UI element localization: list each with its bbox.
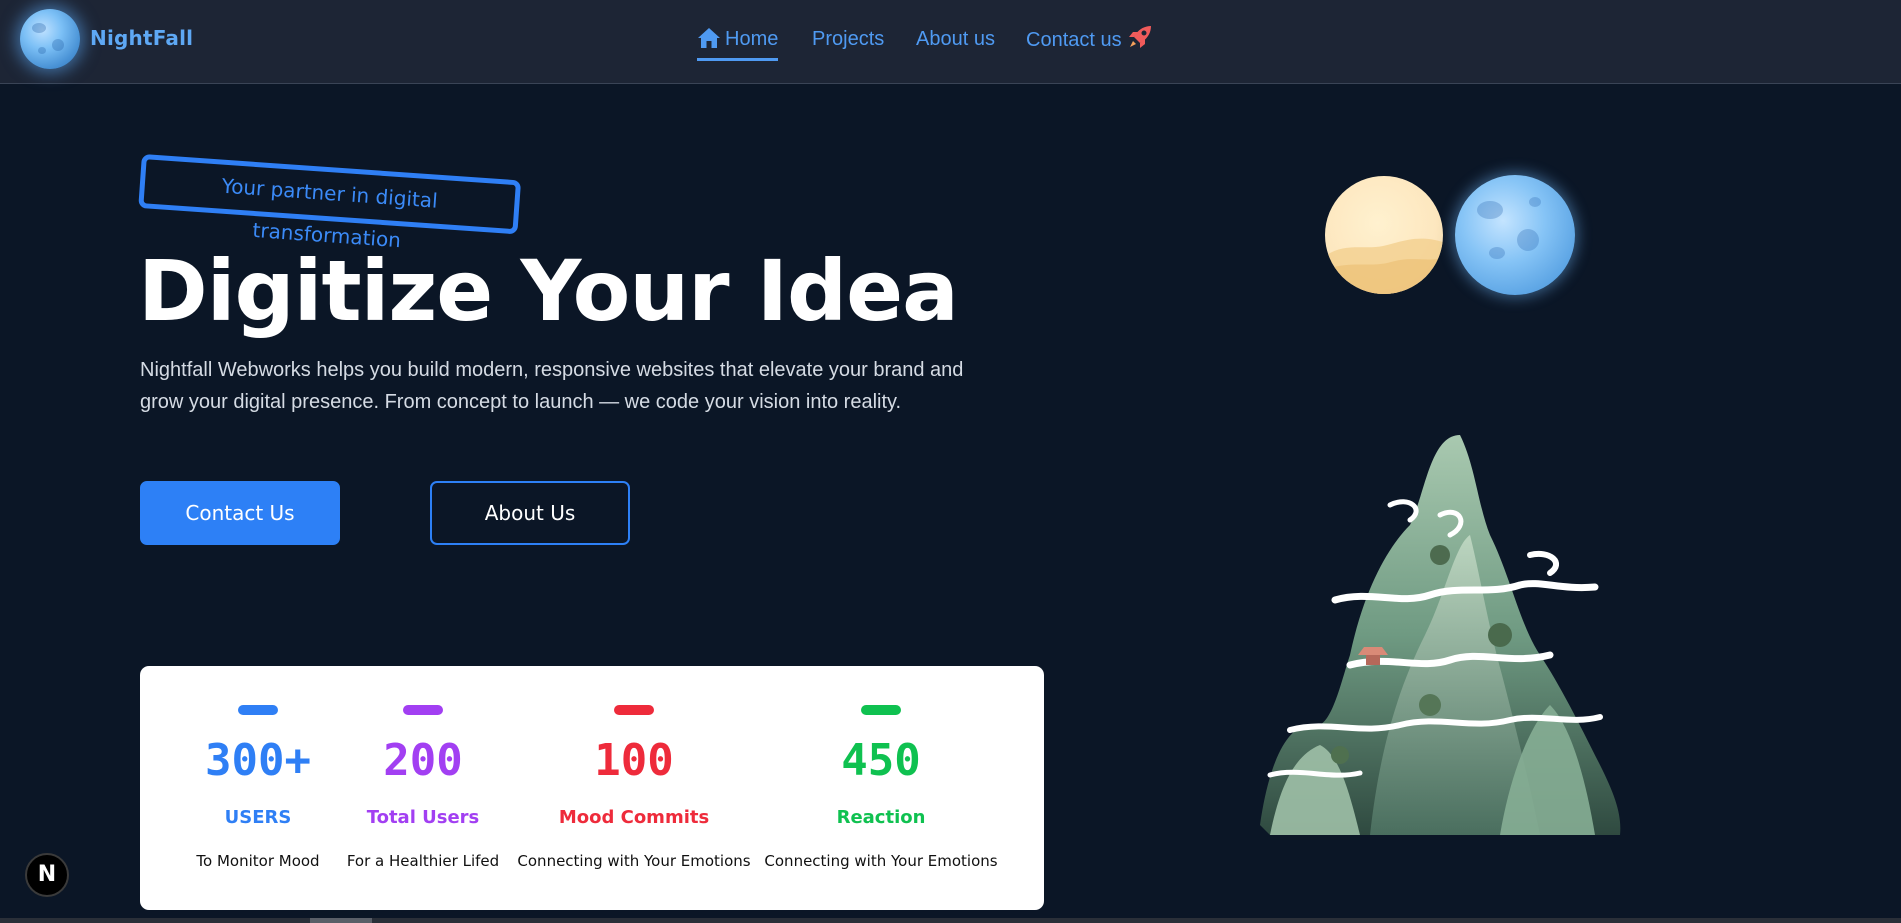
stat-accent-bar <box>861 705 901 715</box>
nav-about-label: About us <box>916 28 995 50</box>
mountain-illustration <box>1260 435 1621 835</box>
stat-value: 450 <box>841 735 921 786</box>
stat-value: 100 <box>594 735 674 786</box>
sun-orb-icon <box>1325 176 1443 294</box>
scrollbar-thumb[interactable] <box>310 918 372 923</box>
stat-value: 200 <box>383 735 463 786</box>
stat-caption: Connecting with Your Emotions <box>517 852 751 870</box>
nav-home-label: Home <box>725 28 779 50</box>
moon-logo-icon[interactable] <box>20 9 80 69</box>
nextjs-dev-badge[interactable]: N <box>25 853 69 897</box>
brand-name[interactable]: NightFall <box>90 26 193 50</box>
home-icon <box>697 27 721 58</box>
stat-caption: Connecting with Your Emotions <box>764 852 998 870</box>
stat-accent-bar <box>614 705 654 715</box>
nav-about-us[interactable]: About us <box>916 24 995 58</box>
stat-accent-bar <box>403 705 443 715</box>
nav-projects[interactable]: Projects <box>812 24 884 58</box>
stat-accent-bar <box>238 705 278 715</box>
tagline-badge: Your partner in digital transformation <box>138 154 522 252</box>
horizontal-scrollbar[interactable] <box>0 918 1901 923</box>
hero-description: Nightfall Webworks helps you build moder… <box>140 359 964 413</box>
stat-label: Total Users <box>366 807 480 828</box>
hero-title: Digitize Your Idea <box>138 242 959 340</box>
contact-us-button[interactable]: Contact Us <box>140 481 340 545</box>
stats-card: 300+ USERS To Monitor Mood 200 Total Use… <box>140 666 1044 910</box>
nav-contact-us[interactable]: Contact us <box>1026 24 1157 58</box>
stat-label: Mood Commits <box>558 807 710 828</box>
moon-orb-icon <box>1455 175 1575 295</box>
about-us-button[interactable]: About Us <box>430 481 630 545</box>
stat-caption: For a Healthier Lifed <box>346 852 500 870</box>
nav-home[interactable]: Home <box>697 24 779 61</box>
top-nav-bar: NightFall Home Projects About us Contact… <box>0 0 1901 84</box>
nav-projects-label: Projects <box>812 28 885 50</box>
nav-contact-label: Contact us <box>1026 29 1122 51</box>
rocket-icon <box>1127 24 1153 59</box>
stat-label: Reaction <box>836 807 926 828</box>
